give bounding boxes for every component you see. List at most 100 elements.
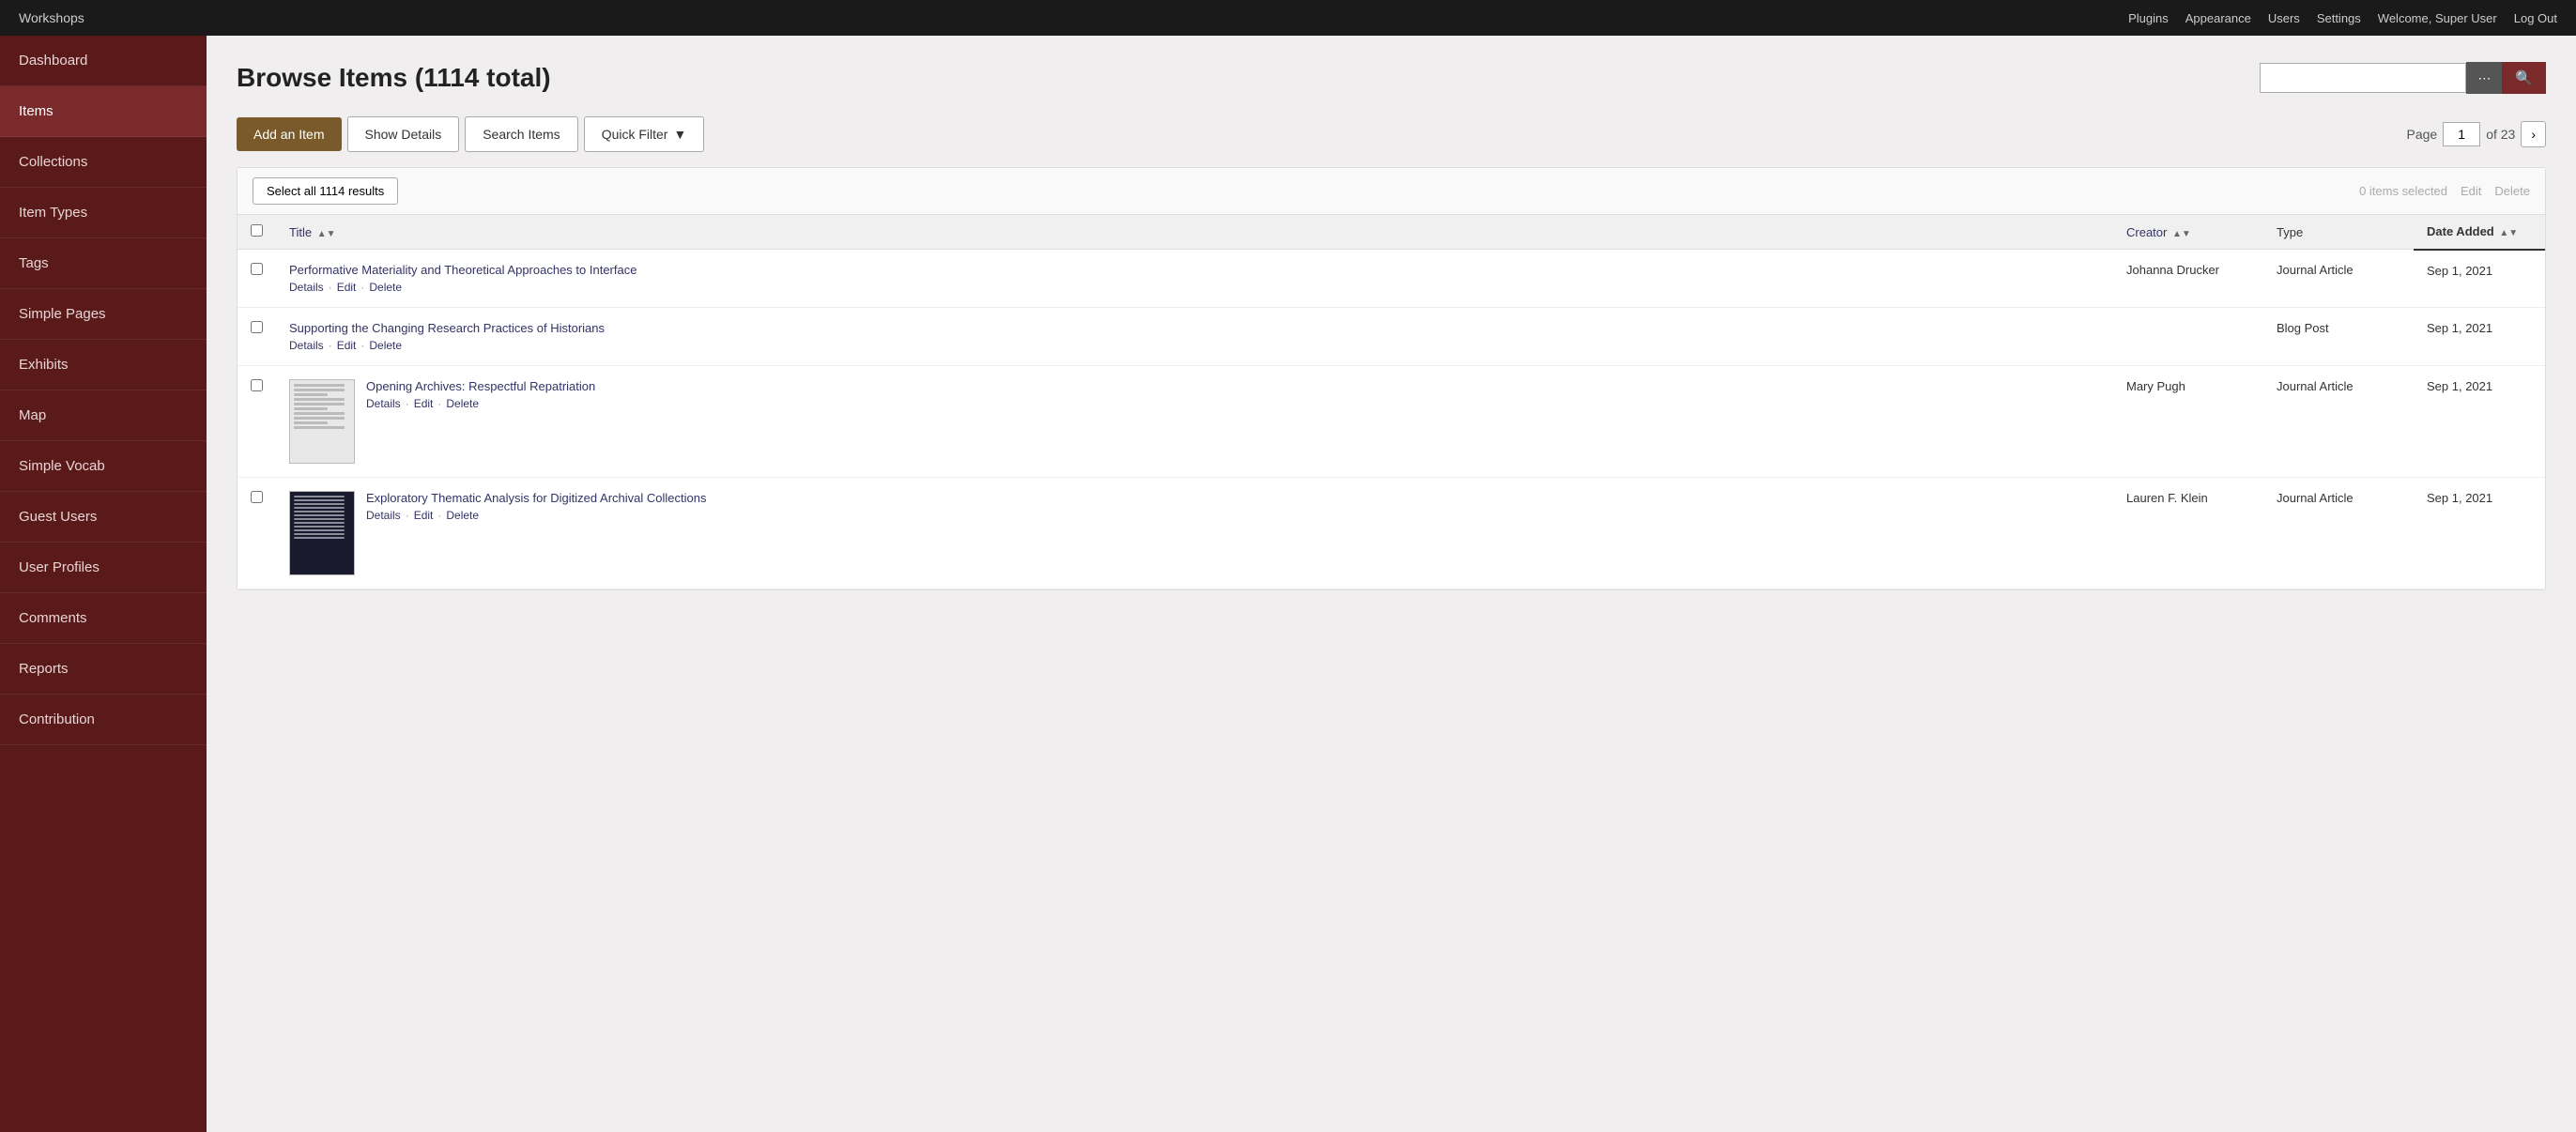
edit-link[interactable]: Edit bbox=[414, 397, 434, 410]
page-number-input[interactable] bbox=[2443, 122, 2480, 146]
row-creator-cell: Lauren F. Klein bbox=[2113, 478, 2263, 589]
header-creator: Creator ▲▼ bbox=[2113, 215, 2263, 250]
sidebar-item-guest-users[interactable]: Guest Users bbox=[0, 492, 207, 543]
search-items-button[interactable]: Search Items bbox=[465, 116, 577, 152]
sidebar-item-item-types[interactable]: Item Types bbox=[0, 188, 207, 238]
sep: · bbox=[406, 397, 409, 410]
sidebar-item-dashboard[interactable]: Dashboard bbox=[0, 36, 207, 86]
row-checkbox[interactable] bbox=[251, 491, 263, 503]
header-title: Title ▲▼ bbox=[276, 215, 2113, 250]
sidebar-item-simple-pages[interactable]: Simple Pages bbox=[0, 289, 207, 340]
page-total: of 23 bbox=[2486, 127, 2515, 142]
edit-link[interactable]: Edit bbox=[337, 339, 357, 352]
chevron-down-icon: ▼ bbox=[673, 127, 686, 142]
row-creator-cell: Mary Pugh bbox=[2113, 366, 2263, 478]
select-all-checkbox[interactable] bbox=[251, 224, 263, 237]
bulk-edit-link[interactable]: Edit bbox=[2461, 184, 2481, 198]
sort-creator-icon: ▲▼ bbox=[2172, 229, 2191, 239]
row-checkbox[interactable] bbox=[251, 321, 263, 333]
row-date-cell: Sep 1, 2021 bbox=[2414, 478, 2545, 589]
plugins-link[interactable]: Plugins bbox=[2128, 11, 2169, 25]
table-header-row: Title ▲▼ Creator ▲▼ Type Date Added ▲▼ bbox=[238, 215, 2545, 250]
settings-link[interactable]: Settings bbox=[2317, 11, 2361, 25]
add-item-button[interactable]: Add an Item bbox=[237, 117, 342, 151]
sidebar-item-simple-vocab[interactable]: Simple Vocab bbox=[0, 441, 207, 492]
row-checkbox-cell bbox=[238, 308, 276, 366]
sidebar-item-exhibits[interactable]: Exhibits bbox=[0, 340, 207, 390]
sidebar-item-reports[interactable]: Reports bbox=[0, 644, 207, 695]
row-date-cell: Sep 1, 2021 bbox=[2414, 366, 2545, 478]
sort-title-icon: ▲▼ bbox=[317, 229, 336, 239]
sep: · bbox=[437, 509, 441, 522]
appearance-link[interactable]: Appearance bbox=[2185, 11, 2251, 25]
delete-link[interactable]: Delete bbox=[369, 281, 402, 294]
item-actions: Details·Edit·Delete bbox=[366, 397, 2100, 410]
edit-link[interactable]: Edit bbox=[337, 281, 357, 294]
brand-label[interactable]: Workshops bbox=[19, 10, 84, 25]
table-row: Supporting the Changing Research Practic… bbox=[238, 308, 2545, 366]
details-link[interactable]: Details bbox=[366, 509, 401, 522]
bulk-delete-link[interactable]: Delete bbox=[2494, 184, 2530, 198]
sort-creator-link[interactable]: Creator bbox=[2126, 225, 2167, 239]
item-actions: Details·Edit·Delete bbox=[289, 281, 2100, 294]
select-all-button[interactable]: Select all 1114 results bbox=[253, 177, 398, 205]
page-title: Browse Items (1114 total) bbox=[237, 63, 551, 93]
logout-link[interactable]: Log Out bbox=[2514, 11, 2557, 25]
header-type: Type bbox=[2263, 215, 2414, 250]
welcome-text: Welcome, Super User bbox=[2378, 11, 2497, 25]
quick-filter-button[interactable]: Quick Filter ▼ bbox=[584, 116, 705, 152]
search-bar: ⋯ 🔍 bbox=[2260, 62, 2546, 94]
search-more-button[interactable]: ⋯ bbox=[2466, 62, 2502, 94]
sidebar-item-user-profiles[interactable]: User Profiles bbox=[0, 543, 207, 593]
row-creator-cell bbox=[2113, 308, 2263, 366]
delete-link[interactable]: Delete bbox=[446, 509, 479, 522]
delete-link[interactable]: Delete bbox=[446, 397, 479, 410]
toolbar: Add an Item Show Details Search Items Qu… bbox=[237, 116, 2546, 152]
select-actions: 0 items selected Edit Delete bbox=[2359, 184, 2530, 198]
item-title-link[interactable]: Performative Materiality and Theoretical… bbox=[289, 263, 2100, 277]
top-nav-links: Plugins Appearance Users Settings Welcom… bbox=[2128, 11, 2557, 25]
sort-title-link[interactable]: Title bbox=[289, 225, 312, 239]
details-link[interactable]: Details bbox=[289, 281, 324, 294]
page-next-button[interactable]: › bbox=[2521, 121, 2546, 147]
item-title-link[interactable]: Opening Archives: Respectful Repatriatio… bbox=[366, 379, 2100, 393]
row-checkbox[interactable] bbox=[251, 263, 263, 275]
item-thumbnail bbox=[289, 491, 355, 575]
sidebar-item-tags[interactable]: Tags bbox=[0, 238, 207, 289]
row-title-cell: Opening Archives: Respectful Repatriatio… bbox=[276, 366, 2113, 478]
row-date-cell: Sep 1, 2021 bbox=[2414, 250, 2545, 308]
search-input[interactable] bbox=[2260, 63, 2466, 93]
row-checkbox-cell bbox=[238, 250, 276, 308]
item-title-link[interactable]: Exploratory Thematic Analysis for Digiti… bbox=[366, 491, 2100, 505]
details-link[interactable]: Details bbox=[289, 339, 324, 352]
sidebar-item-items[interactable]: Items bbox=[0, 86, 207, 137]
table-row: Opening Archives: Respectful Repatriatio… bbox=[238, 366, 2545, 478]
sidebar-item-contribution[interactable]: Contribution bbox=[0, 695, 207, 745]
row-creator-cell: Johanna Drucker bbox=[2113, 250, 2263, 308]
row-checkbox-cell bbox=[238, 366, 276, 478]
item-thumbnail bbox=[289, 379, 355, 464]
main-layout: Dashboard Items Collections Item Types T… bbox=[0, 36, 2576, 1132]
sidebar-item-map[interactable]: Map bbox=[0, 390, 207, 441]
search-go-button[interactable]: 🔍 bbox=[2502, 62, 2546, 94]
sep: · bbox=[360, 281, 364, 294]
row-type-cell: Blog Post bbox=[2263, 308, 2414, 366]
item-title-link[interactable]: Supporting the Changing Research Practic… bbox=[289, 321, 2100, 335]
row-checkbox-cell bbox=[238, 478, 276, 589]
sidebar-item-collections[interactable]: Collections bbox=[0, 137, 207, 188]
edit-link[interactable]: Edit bbox=[414, 509, 434, 522]
row-type-cell: Journal Article bbox=[2263, 366, 2414, 478]
row-type-cell: Journal Article bbox=[2263, 250, 2414, 308]
row-title-cell: Supporting the Changing Research Practic… bbox=[276, 308, 2113, 366]
row-date-cell: Sep 1, 2021 bbox=[2414, 308, 2545, 366]
items-table: Title ▲▼ Creator ▲▼ Type Date Added ▲▼ bbox=[238, 215, 2545, 589]
details-link[interactable]: Details bbox=[366, 397, 401, 410]
sidebar-item-comments[interactable]: Comments bbox=[0, 593, 207, 644]
row-checkbox[interactable] bbox=[251, 379, 263, 391]
delete-link[interactable]: Delete bbox=[369, 339, 402, 352]
show-details-button[interactable]: Show Details bbox=[347, 116, 460, 152]
item-actions: Details·Edit·Delete bbox=[289, 339, 2100, 352]
header-date-added: Date Added ▲▼ bbox=[2414, 215, 2545, 250]
row-title-cell: Exploratory Thematic Analysis for Digiti… bbox=[276, 478, 2113, 589]
users-link[interactable]: Users bbox=[2268, 11, 2300, 25]
